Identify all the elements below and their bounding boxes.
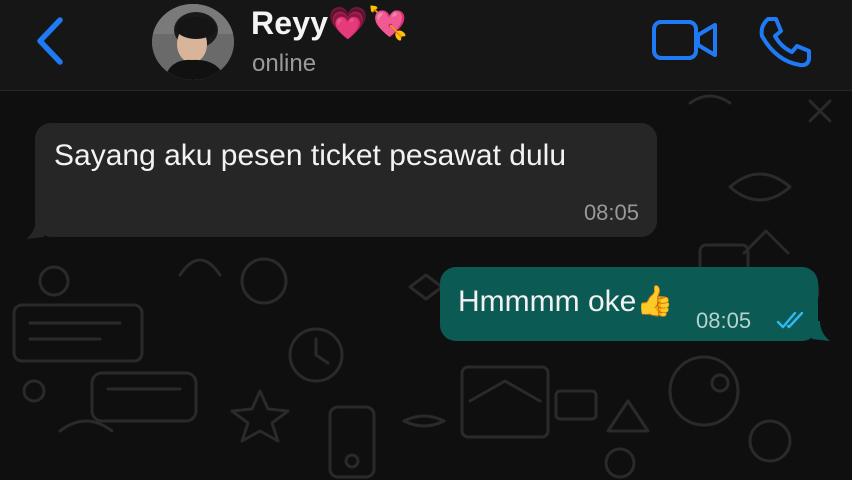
video-camera-icon [652, 20, 717, 60]
incoming-message-bubble[interactable]: Sayang aku pesen ticket pesawat dulu 08:… [35, 123, 657, 237]
phone-icon [759, 17, 811, 68]
contact-name[interactable]: Reyy💗💘 [251, 4, 408, 42]
back-button[interactable] [30, 14, 74, 68]
message-time: 08:05 [696, 308, 752, 333]
double-check-icon [776, 311, 804, 329]
outgoing-message-bubble[interactable]: Hmmmm oke👍 08:05 [440, 267, 818, 341]
contact-status: online [252, 50, 317, 77]
message-time: 08:05 [583, 200, 639, 225]
chat-screen: Reyy💗💘 online Sayang aku pesen ticket pe… [0, 0, 852, 480]
avatar[interactable] [152, 4, 234, 80]
message-text: Sayang aku pesen ticket pesawat dulu [54, 139, 567, 172]
chat-header: Reyy💗💘 online [0, 0, 852, 91]
message-text: Hmmmm oke👍 [458, 285, 674, 318]
profile-photo [152, 4, 234, 80]
video-call-button[interactable] [650, 16, 720, 64]
chevron-left-icon [37, 17, 63, 65]
voice-call-button[interactable] [754, 14, 814, 70]
message-list[interactable]: Sayang aku pesen ticket pesawat dulu 08:… [0, 91, 852, 480]
